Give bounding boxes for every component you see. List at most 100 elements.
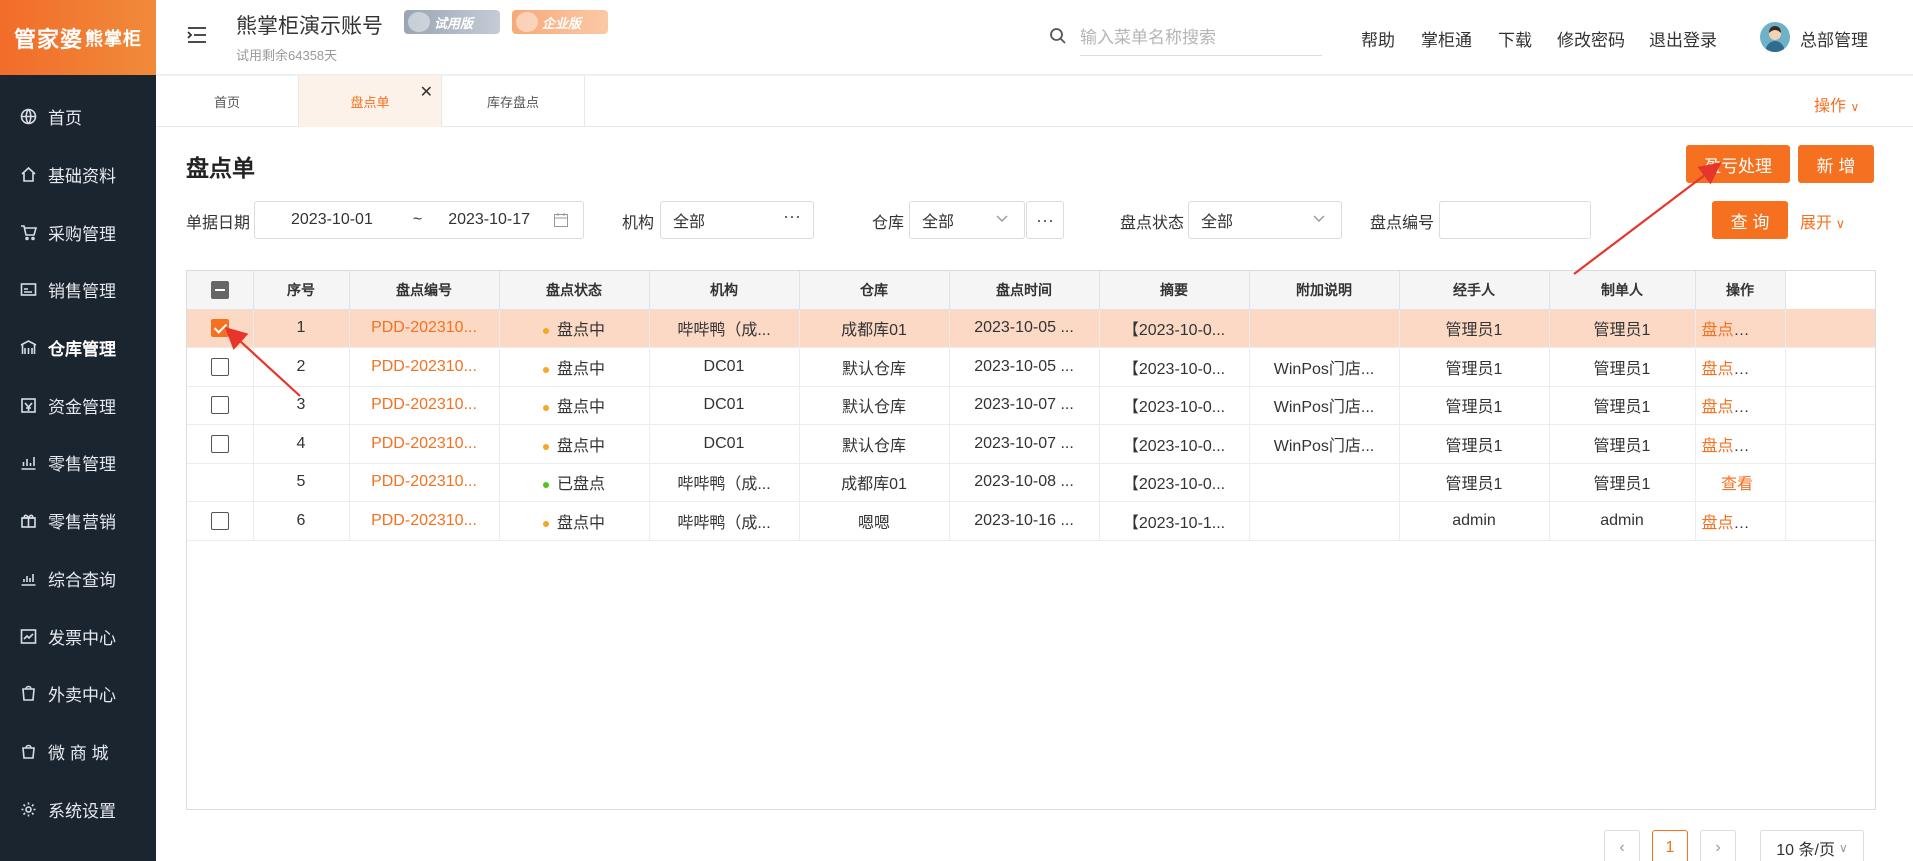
sidebar-item-4[interactable]: 仓库管理: [0, 319, 156, 377]
status-dot: [542, 520, 549, 527]
sidebar-item-10[interactable]: 外卖中心: [0, 665, 156, 723]
page-size-select[interactable]: 10 条/页 ∨: [1760, 830, 1864, 861]
row-select-cell[interactable]: [187, 386, 254, 425]
row-number: 1: [253, 309, 350, 348]
column-header: 序号: [253, 271, 350, 310]
sidebar-item-5[interactable]: 资金管理: [0, 376, 156, 434]
table-row[interactable]: 6 PDD-202310... 盘点中 哔哔鸭（成... 嗯嗯 2023-10-16 ..…: [187, 501, 1875, 541]
sidebar-item-8[interactable]: 综合查询: [0, 550, 156, 608]
code-input[interactable]: [1439, 201, 1591, 239]
menu-search-input[interactable]: [1080, 20, 1322, 56]
menu-toggle-icon[interactable]: [186, 24, 208, 46]
row-checkbox[interactable]: [210, 319, 229, 338]
select-all-checkbox[interactable]: [210, 280, 229, 299]
table-row[interactable]: 3 PDD-202310... 盘点中 DC01 默认仓库 2023-10-07 ... 【…: [187, 386, 1875, 425]
row-select-cell[interactable]: [187, 309, 254, 348]
column-header: 经手人: [1399, 271, 1550, 310]
sidebar-item-12[interactable]: 系统设置: [0, 780, 156, 838]
stocktake-code-link[interactable]: PDD-202310...: [349, 347, 500, 387]
row-select-cell[interactable]: [187, 501, 254, 541]
tab-inventory-count[interactable]: 库存盘点: [442, 76, 585, 127]
help-link[interactable]: 帮助: [1361, 26, 1395, 51]
table-header-row: 序号 盘点编号 盘点状态 机构 仓库 盘点时间 摘要 附加说明 经手人 制单人 操作: [187, 271, 1875, 310]
prev-page-button[interactable]: ‹: [1604, 830, 1640, 861]
select-all-cell[interactable]: [187, 271, 254, 310]
sidebar-item-6[interactable]: 零售管理: [0, 434, 156, 492]
stocktake-code-link[interactable]: PDD-202310...: [349, 463, 500, 502]
row-select-cell[interactable]: [187, 347, 254, 387]
query-button[interactable]: 查 询: [1712, 201, 1788, 239]
stocktake-code-link[interactable]: PDD-202310...: [349, 424, 500, 464]
ops-cell: 盘点删 除: [1695, 424, 1786, 464]
count-link[interactable]: 盘点: [1702, 361, 1734, 378]
count-link[interactable]: 盘点: [1702, 515, 1734, 532]
warehouse-select[interactable]: 全部: [909, 201, 1025, 239]
logo-sub: 熊掌柜: [85, 28, 142, 49]
row-checkbox[interactable]: [210, 434, 229, 453]
more-icon[interactable]: ···: [783, 206, 801, 227]
column-header: 盘点时间: [949, 271, 1100, 310]
sidebar-item-0[interactable]: 首页: [0, 88, 156, 146]
logout-link[interactable]: 退出登录: [1649, 26, 1717, 51]
close-icon[interactable]: ✕: [420, 82, 433, 102]
column-header: 操作: [1695, 271, 1786, 310]
avatar[interactable]: [1760, 22, 1790, 52]
row-checkbox[interactable]: [210, 396, 229, 415]
stocktake-code-link[interactable]: PDD-202310...: [349, 501, 500, 541]
code-label: 盘点编号: [1370, 215, 1435, 232]
add-new-button[interactable]: 新 增: [1798, 145, 1874, 183]
count-link[interactable]: 盘点: [1702, 322, 1734, 339]
change-password-link[interactable]: 修改密码: [1557, 26, 1625, 51]
stocktake-code-link[interactable]: PDD-202310...: [349, 386, 500, 425]
org-select[interactable]: 全部 ···: [660, 201, 814, 239]
warehouse-cell: 默认仓库: [799, 347, 950, 387]
tab-stocktake[interactable]: 盘点单 ✕: [299, 76, 442, 127]
row-checkbox[interactable]: [210, 357, 229, 376]
status-select[interactable]: 全部: [1188, 201, 1342, 239]
top-header: 熊掌柜演示账号 试用版 企业版 试用剩余64358天 帮助 掌柜通 下载 修改密…: [156, 0, 1913, 75]
sidebar-item-9[interactable]: 发票中心: [0, 607, 156, 665]
date-sep: ~: [412, 211, 423, 228]
column-header: 盘点状态: [499, 271, 650, 310]
sidebar-item-3[interactable]: 销售管理: [0, 261, 156, 319]
column-header: 附加说明: [1249, 271, 1400, 310]
table-row[interactable]: 4 PDD-202310... 盘点中 DC01 默认仓库 2023-10-07 ... 【…: [187, 424, 1875, 464]
brand-logo[interactable]: 管家婆 熊掌柜: [0, 0, 156, 75]
table-row[interactable]: 1 PDD-202310... 盘点中 哔哔鸭（成... 成都库01 2023-10-05…: [187, 309, 1875, 348]
filler-cell: [1785, 463, 1875, 502]
stats-icon: [18, 568, 38, 588]
profit-loss-button[interactable]: 盈亏处理: [1686, 145, 1790, 183]
zhanggui-link[interactable]: 掌柜通: [1421, 26, 1472, 51]
expand-link[interactable]: 展开 ∨: [1800, 209, 1845, 233]
row-select-cell[interactable]: [187, 463, 254, 502]
note-cell: [1249, 463, 1400, 502]
logo-text: 管家婆: [13, 26, 83, 52]
stocktake-code-link[interactable]: PDD-202310...: [349, 309, 500, 348]
chevron-down-icon: ∨: [1832, 216, 1846, 231]
row-select-cell[interactable]: [187, 424, 254, 464]
table-row[interactable]: 5 PDD-202310... 已盘点 哔哔鸭（成... 成都库01 2023-10-08…: [187, 463, 1875, 502]
status-text: 已盘点: [556, 476, 605, 494]
tab-home[interactable]: 首页: [156, 76, 299, 127]
filler-cell: [1785, 501, 1875, 541]
count-link[interactable]: 盘点: [1702, 399, 1734, 416]
view-link[interactable]: 查看: [1721, 476, 1753, 493]
page-number[interactable]: 1: [1652, 830, 1688, 861]
date-range-picker[interactable]: 2023-10-01 ~ 2023-10-17: [254, 201, 584, 239]
count-link[interactable]: 盘点: [1702, 438, 1734, 455]
user-name[interactable]: 总部管理: [1800, 26, 1868, 51]
sidebar-item-7[interactable]: 零售营销: [0, 492, 156, 550]
sidebar-item-label: 资金管理: [48, 397, 116, 417]
sidebar-item-2[interactable]: 采购管理: [0, 203, 156, 261]
warehouse-more-button[interactable]: ···: [1026, 201, 1064, 239]
date-to: 2023-10-17: [448, 211, 531, 228]
row-checkbox[interactable]: [210, 511, 229, 530]
sidebar-item-11[interactable]: 微 商 城: [0, 723, 156, 781]
note-cell: [1249, 501, 1400, 541]
next-page-button[interactable]: ›: [1700, 830, 1736, 861]
sidebar-item-1[interactable]: 基础资料: [0, 146, 156, 204]
download-link[interactable]: 下载: [1498, 26, 1532, 51]
table-row[interactable]: 2 PDD-202310... 盘点中 DC01 默认仓库 2023-10-05 ... 【…: [187, 347, 1875, 387]
ops-menu[interactable]: 操作 ∨: [1814, 92, 1859, 116]
time-cell: 2023-10-16 ...: [949, 501, 1100, 541]
